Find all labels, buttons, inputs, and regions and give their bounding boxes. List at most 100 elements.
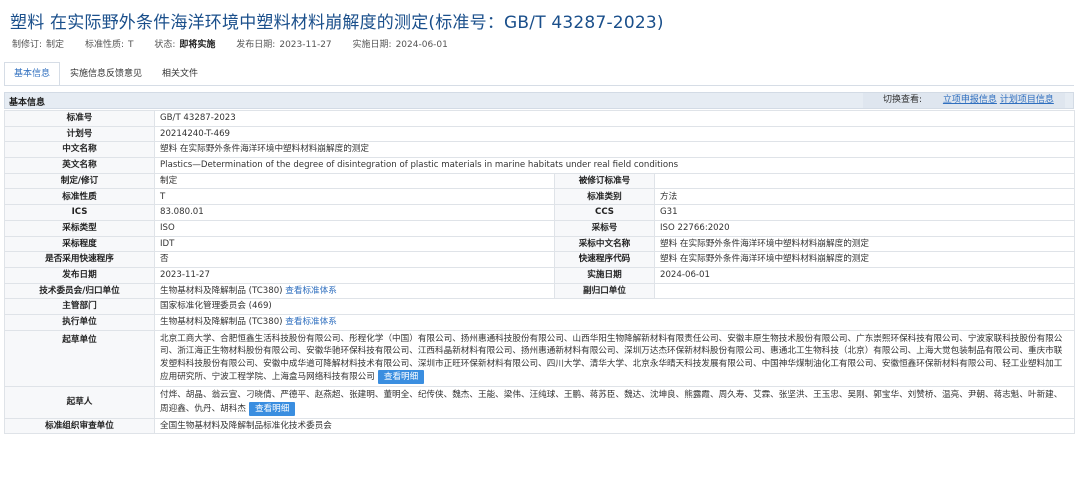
field-label: 主管部门 [4, 298, 155, 315]
field-value: 塑料 在实际野外条件海洋环境中塑料材料崩解度的测定 [653, 235, 1076, 253]
field-label: 起草人 [4, 386, 155, 419]
table-row: 技术委员会/归口单位 生物基材料及降解制品 (TC380) 查看标准体系 副归口… [4, 282, 1076, 300]
field-label: 中文名称 [4, 141, 155, 159]
exec-unit-name: 生物基材料及降解制品 (TC380) [160, 317, 283, 328]
field-value: ISO [154, 219, 555, 237]
switch-view-label: 切换查看: [883, 95, 923, 105]
field-label: ICS [4, 204, 155, 221]
field-value [653, 282, 1076, 300]
field-value: 国家标准化管理委员会 (469) [153, 298, 1076, 315]
table-row: 主管部门 国家标准化管理委员会 (469) [4, 298, 1076, 315]
table-row: 采标类型 ISO 采标号 ISO 22766:2020 [4, 219, 1076, 237]
table-row: 标准号 GB/T 43287-2023 [4, 110, 1076, 127]
drafter-units-text: 北京工商大学、合肥恒鑫生活科技股份有限公司、彤程化学（中国）有限公司、扬州惠通科… [160, 333, 1063, 383]
field-value: 全国生物基材料及降解制品标准化技术委员会 [153, 417, 1076, 435]
nature-label: 标准性质: [84, 40, 124, 50]
field-value: G31 [653, 204, 1076, 221]
table-row: 是否采用快速程序 否 快速程序代码 塑料 在实际野外条件海洋环境中塑料材料崩解度… [4, 251, 1076, 268]
field-label: 计划号 [4, 125, 155, 143]
field-label: 英文名称 [4, 157, 155, 174]
field-label: 制定/修订 [4, 172, 155, 190]
page-title: 塑料 在实际野外条件海洋环境中塑料材料崩解度的测定(标准号：GB/T 43287… [10, 13, 664, 33]
field-label: 起草单位 [4, 329, 155, 388]
table-row: 英文名称 Plastics—Determination of the degre… [4, 157, 1076, 174]
tab-divider [4, 85, 1074, 86]
project-declaration-link[interactable]: 立项申报信息 [943, 95, 997, 105]
table-row: 起草人 付烨、胡晶、翁云宣、刁晓倩、严德平、赵燕超、张建明、董明全、纪传侠、魏杰… [4, 386, 1076, 419]
table-row: 执行单位 生物基材料及降解制品 (TC380) 查看标准体系 [4, 313, 1076, 331]
field-value: 生物基材料及降解制品 (TC380) 查看标准体系 [153, 313, 1076, 331]
revise-value: 制定 [46, 40, 65, 50]
publish-date-value: 2023-11-27 [279, 40, 332, 50]
plan-project-link[interactable]: 计划项目信息 [1000, 95, 1054, 105]
field-value: 2023-11-27 [154, 266, 555, 284]
switch-view-box: 切换查看: 立项申报信息 计划项目信息 [863, 93, 1065, 108]
page: 塑料 在实际野外条件海洋环境中塑料材料崩解度的测定(标准号：GB/T 43287… [0, 0, 1080, 483]
tc-name: 生物基材料及降解制品 (TC380) [160, 285, 283, 296]
tab-related-files[interactable]: 相关文件 [152, 62, 208, 86]
field-value: 方法 [653, 188, 1076, 206]
field-value: IDT [154, 235, 555, 253]
field-value: Plastics—Determination of the degree of … [153, 157, 1076, 174]
view-details-button[interactable]: 查看明细 [248, 401, 296, 416]
field-label: 被修订标准号 [554, 172, 655, 190]
field-label: 采标号 [554, 219, 655, 237]
field-label: 采标类型 [4, 219, 155, 237]
tab-feedback[interactable]: 实施信息反馈意见 [60, 62, 152, 86]
table-row: ICS 83.080.01 CCS G31 [4, 204, 1076, 221]
table-row: 中文名称 塑料 在实际野外条件海洋环境中塑料材料崩解度的测定 [4, 141, 1076, 159]
basic-info-table: 标准号 GB/T 43287-2023 计划号 20214240-T-469 中… [4, 110, 1076, 435]
status-badge: 即将实施 [179, 40, 216, 50]
field-value: ISO 22766:2020 [653, 219, 1076, 237]
field-value: 付烨、胡晶、翁云宣、刁晓倩、严德平、赵燕超、张建明、董明全、纪传侠、魏杰、王能、… [153, 386, 1076, 419]
field-value [653, 172, 1076, 190]
field-label: 标准性质 [4, 188, 155, 206]
field-value: 否 [154, 251, 555, 268]
field-label: 发布日期 [4, 266, 155, 284]
status-label: 状态: [154, 40, 176, 50]
field-value: 生物基材料及降解制品 (TC380) 查看标准体系 [154, 282, 555, 300]
drafters-text: 付烨、胡晶、翁云宣、刁晓倩、严德平、赵燕超、张建明、董明全、纪传侠、魏杰、王能、… [160, 390, 1063, 414]
field-label: 标准组织审查单位 [4, 417, 155, 435]
field-label: 实施日期 [554, 266, 655, 284]
table-row: 计划号 20214240-T-469 [4, 125, 1076, 143]
field-label: 标准号 [4, 110, 155, 127]
field-label: 技术委员会/归口单位 [4, 282, 155, 300]
field-label: 快速程序代码 [554, 251, 655, 268]
table-row: 发布日期 2023-11-27 实施日期 2024-06-01 [4, 266, 1076, 284]
field-value: 北京工商大学、合肥恒鑫生活科技股份有限公司、彤程化学（中国）有限公司、扬州惠通科… [153, 329, 1076, 388]
field-value: 制定 [154, 172, 555, 190]
field-value: 83.080.01 [154, 204, 555, 221]
tab-bar: 基本信息 实施信息反馈意见 相关文件 [4, 62, 208, 86]
field-value: T [154, 188, 555, 206]
field-value: 20214240-T-469 [153, 125, 1076, 143]
tab-basic-info[interactable]: 基本信息 [4, 62, 61, 86]
table-row: 采标程度 IDT 采标中文名称 塑料 在实际野外条件海洋环境中塑料材料崩解度的测… [4, 235, 1076, 253]
nature-value: T [127, 40, 134, 50]
field-label: 副归口单位 [554, 282, 655, 300]
standard-meta-bar: 制修订: 制定 标准性质: T 状态: 即将实施 发布日期: 2023-11-27 实施… [12, 37, 452, 50]
implement-date-value: 2024-06-01 [395, 40, 448, 50]
field-value: GB/T 43287-2023 [153, 110, 1076, 127]
field-label: 采标中文名称 [554, 235, 655, 253]
implement-date-label: 实施日期: [352, 40, 392, 50]
publish-date-label: 发布日期: [236, 40, 276, 50]
field-label: 执行单位 [4, 313, 155, 331]
field-label: 标准类别 [554, 188, 655, 206]
section-header: 基本信息 切换查看: 立项申报信息 计划项目信息 [4, 92, 1074, 109]
field-label: CCS [554, 204, 655, 221]
view-details-button[interactable]: 查看明细 [377, 370, 425, 385]
field-value: 2024-06-01 [653, 266, 1076, 284]
field-label: 采标程度 [4, 235, 155, 253]
table-row: 标准组织审查单位 全国生物基材料及降解制品标准化技术委员会 [4, 417, 1076, 435]
field-value: 塑料 在实际野外条件海洋环境中塑料材料崩解度的测定 [153, 141, 1076, 159]
table-row: 标准性质 T 标准类别 方法 [4, 188, 1076, 206]
table-row: 起草单位 北京工商大学、合肥恒鑫生活科技股份有限公司、彤程化学（中国）有限公司、… [4, 329, 1076, 388]
view-standard-system-link[interactable]: 查看标准体系 [285, 317, 337, 327]
section-title: 基本信息 [9, 98, 46, 108]
revise-label: 制修订: [12, 40, 43, 50]
table-row: 制定/修订 制定 被修订标准号 [4, 172, 1076, 190]
view-standard-system-link[interactable]: 查看标准体系 [285, 286, 337, 296]
field-value: 塑料 在实际野外条件海洋环境中塑料材料崩解度的测定 [653, 251, 1076, 268]
field-label: 是否采用快速程序 [4, 251, 155, 268]
